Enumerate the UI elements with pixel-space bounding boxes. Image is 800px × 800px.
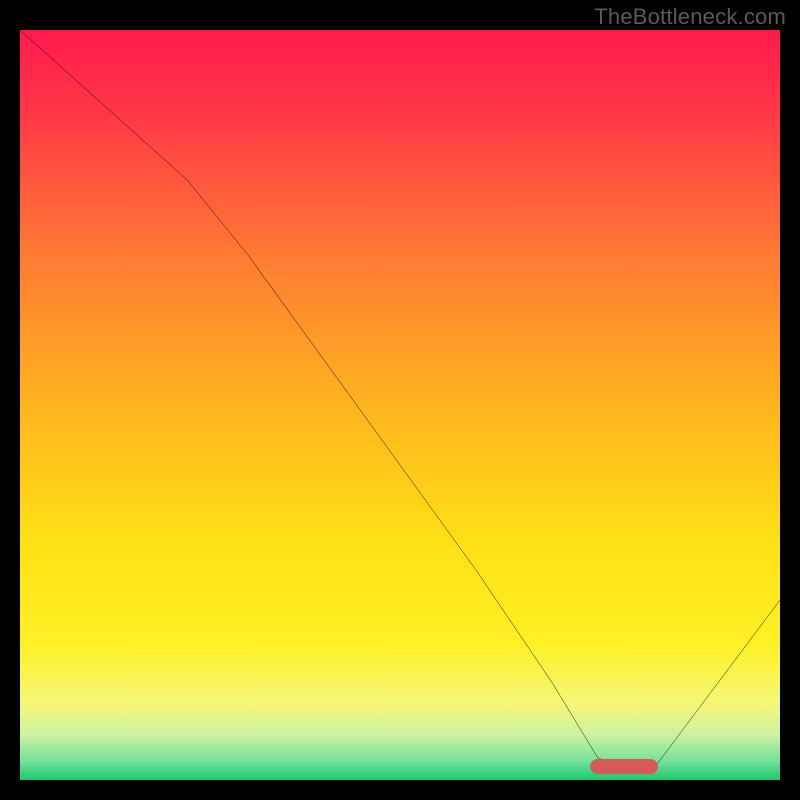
target-marker [590, 759, 658, 774]
watermark-text: TheBottleneck.com [594, 4, 786, 30]
chart-container: TheBottleneck.com [0, 0, 800, 800]
plot-area [20, 30, 780, 780]
background-gradient [20, 30, 780, 780]
